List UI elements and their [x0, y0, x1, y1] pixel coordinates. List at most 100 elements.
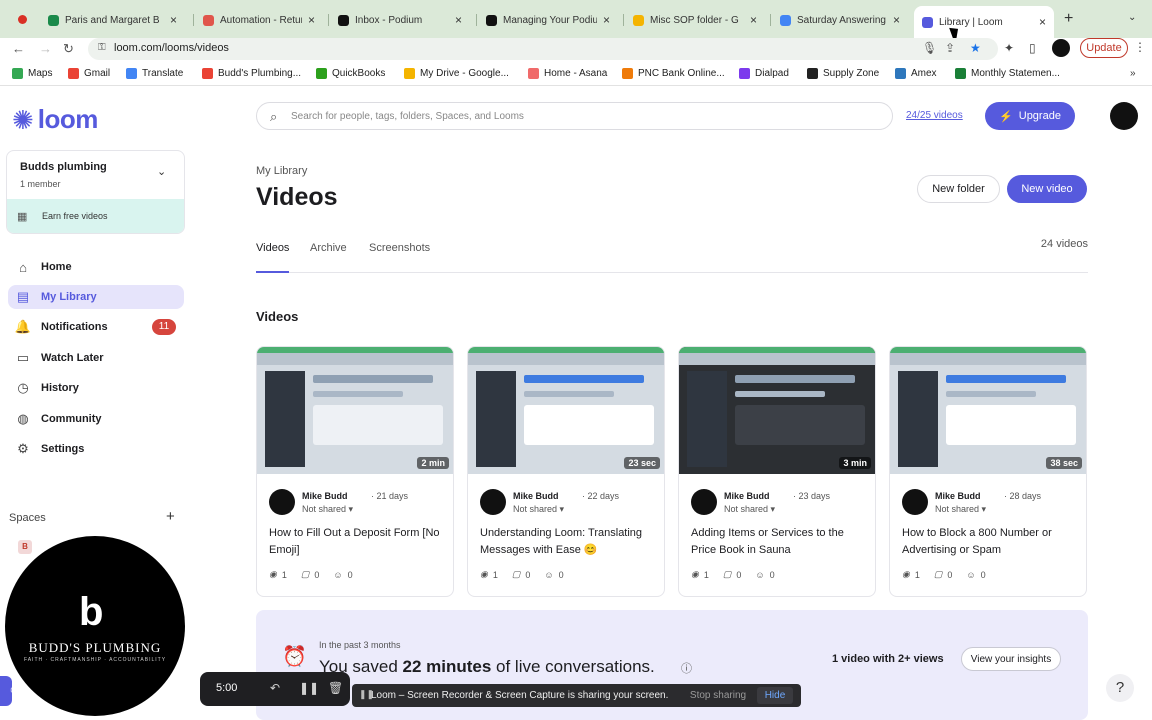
restart-icon[interactable]: ↶: [270, 681, 280, 695]
video-title[interactable]: How to Block a 800 Number or Advertising…: [902, 525, 1080, 559]
video-author[interactable]: Mike Budd: [513, 491, 559, 501]
bookmark-item[interactable]: My Drive - Google...: [404, 68, 509, 79]
forward-icon[interactable]: →: [39, 41, 52, 56]
video-thumbnail[interactable]: 2 min: [257, 347, 453, 474]
close-tab-icon[interactable]: ×: [308, 13, 315, 27]
help-button[interactable]: ?: [1106, 674, 1134, 702]
more-bookmarks-icon[interactable]: »: [1130, 68, 1136, 79]
microphone-icon[interactable]: 🎙: [922, 41, 937, 55]
sidebar-item-my-library[interactable]: ▤ My Library: [8, 285, 184, 309]
sidebar-item-notifications[interactable]: 🔔 Notifications 11: [8, 315, 184, 339]
browser-tab[interactable]: Paris and Margaret B ×: [40, 7, 185, 33]
close-tab-icon[interactable]: ×: [1039, 15, 1046, 29]
bookmark-item[interactable]: Gmail: [68, 68, 110, 79]
site-info-icon[interactable]: ⚿: [98, 42, 106, 53]
camera-bubble[interactable]: b BUDD'S PLUMBING FAITH · CRAFTMANSHIP ·…: [5, 536, 185, 716]
browser-tab[interactable]: Saturday Answering ×: [772, 7, 908, 33]
stop-sharing-button[interactable]: Stop sharing: [687, 687, 749, 704]
trash-icon[interactable]: 🗑: [328, 681, 343, 695]
side-panel-icon[interactable]: ▯: [1029, 41, 1036, 55]
update-button[interactable]: Update: [1080, 38, 1128, 58]
sidebar-item-watch-later[interactable]: ▭ Watch Later: [8, 346, 184, 370]
search-input[interactable]: ⌕ Search for people, tags, folders, Spac…: [256, 102, 893, 130]
share-status-dropdown[interactable]: Not shared ▾: [724, 504, 775, 515]
bookmark-item[interactable]: PNC Bank Online...: [622, 68, 725, 79]
close-tab-icon[interactable]: ×: [893, 13, 900, 27]
space-avatar[interactable]: B: [18, 540, 32, 554]
loom-logo[interactable]: ✺ loom: [12, 104, 98, 135]
video-title[interactable]: Adding Items or Services to the Price Bo…: [691, 525, 869, 559]
info-icon[interactable]: ⓘ: [681, 660, 692, 676]
browser-menu-icon[interactable]: ⋮: [1134, 40, 1146, 54]
bookmark-item[interactable]: Budd's Plumbing...: [202, 68, 301, 79]
video-thumbnail[interactable]: 3 min: [679, 347, 875, 474]
video-author[interactable]: Mike Budd: [302, 491, 348, 501]
new-video-button[interactable]: New video: [1007, 175, 1087, 203]
sidebar-item-community[interactable]: ◍ Community: [8, 407, 184, 431]
share-status-dropdown[interactable]: Not shared ▾: [302, 504, 353, 515]
browser-tab[interactable]: Automation - Return ×: [195, 7, 323, 33]
close-tab-icon[interactable]: ×: [750, 13, 757, 27]
new-folder-button[interactable]: New folder: [917, 175, 1000, 203]
share-status-dropdown[interactable]: Not shared ▾: [935, 504, 986, 515]
bookmark-item[interactable]: QuickBooks: [316, 68, 385, 79]
back-icon[interactable]: ←: [12, 41, 25, 56]
chevron-down-icon[interactable]: ⌄: [157, 165, 166, 178]
author-avatar[interactable]: [480, 489, 506, 515]
bookmark-item[interactable]: Dialpad: [739, 68, 789, 79]
close-tab-icon[interactable]: ×: [603, 13, 610, 27]
bookmark-item[interactable]: Monthly Statemen...: [955, 68, 1060, 79]
bookmark-item[interactable]: Translate: [126, 68, 183, 79]
address-bar[interactable]: ⚿ loom.com/looms/videos 🎙 ⇪ ★: [88, 38, 998, 60]
bookmark-item[interactable]: Home - Asana: [528, 68, 607, 79]
author-avatar[interactable]: [269, 489, 295, 515]
earn-free-videos-link[interactable]: ▦ Earn free videos: [7, 199, 184, 233]
video-title[interactable]: How to Fill Out a Deposit Form [No Emoji…: [269, 525, 447, 559]
extensions-icon[interactable]: ✦: [1004, 41, 1014, 55]
sidebar-item-home[interactable]: ⌂ Home: [8, 255, 184, 279]
bookmark-star-icon[interactable]: ★: [970, 41, 981, 55]
new-tab-button[interactable]: +: [1064, 10, 1073, 28]
share-status-dropdown[interactable]: Not shared ▾: [513, 504, 564, 515]
tab-screenshots[interactable]: Screenshots: [369, 242, 430, 273]
bookmark-item[interactable]: Maps: [12, 68, 52, 79]
video-thumbnail[interactable]: 23 sec: [468, 347, 664, 474]
share-page-icon[interactable]: ⇪: [945, 41, 955, 55]
add-space-button[interactable]: +: [166, 508, 175, 525]
profile-avatar[interactable]: [1052, 39, 1070, 57]
breadcrumb[interactable]: My Library: [256, 165, 307, 177]
video-thumbnail[interactable]: 38 sec: [890, 347, 1086, 474]
video-author[interactable]: Mike Budd: [724, 491, 770, 501]
workspace-switcher[interactable]: Budds plumbing 1 member ⌄ ▦ Earn free vi…: [6, 150, 185, 234]
video-title[interactable]: Understanding Loom: Translating Messages…: [480, 525, 658, 559]
video-card[interactable]: 2 min Mike Budd · 21 days Not shared ▾ How t…: [256, 346, 454, 597]
video-author[interactable]: Mike Budd: [935, 491, 981, 501]
browser-tab[interactable]: Inbox - Podium ×: [330, 7, 470, 33]
video-card[interactable]: 23 sec Mike Budd · 22 days Not shared ▾ Unde…: [467, 346, 665, 597]
bookmark-favicon-icon: [404, 68, 415, 79]
view-insights-button[interactable]: View your insights: [961, 647, 1061, 671]
bookmark-item[interactable]: Supply Zone: [807, 68, 879, 79]
author-avatar[interactable]: [902, 489, 928, 515]
browser-tab[interactable]: Misc SOP folder - G ×: [625, 7, 765, 33]
tab-search-icon[interactable]: ⌄: [1128, 12, 1136, 23]
tab-videos[interactable]: Videos: [256, 242, 290, 273]
sidebar-item-settings[interactable]: ⚙ Settings: [8, 437, 184, 461]
close-tab-icon[interactable]: ×: [455, 13, 462, 27]
hide-button[interactable]: Hide: [757, 687, 793, 704]
user-avatar[interactable]: [1110, 102, 1138, 130]
bookmark-item[interactable]: Amex: [895, 68, 937, 79]
browser-tab[interactable]: Library | Loom ×: [914, 6, 1054, 38]
video-quota-link[interactable]: 24/25 videos: [906, 110, 963, 121]
browser-tab[interactable]: Managing Your Podiu ×: [478, 7, 618, 33]
loom-launcher-icon[interactable]: ✺: [0, 676, 19, 706]
author-avatar[interactable]: [691, 489, 717, 515]
pause-icon[interactable]: ❚❚: [299, 681, 319, 695]
close-tab-icon[interactable]: ×: [170, 13, 177, 27]
tab-archive[interactable]: Archive: [310, 242, 347, 273]
sidebar-item-history[interactable]: ◷ History: [8, 376, 184, 400]
video-card[interactable]: 3 min Mike Budd · 23 days Not shared ▾ Addin…: [678, 346, 876, 597]
reload-icon[interactable]: ↻: [63, 41, 74, 57]
upgrade-button[interactable]: ⚡ Upgrade: [985, 102, 1075, 130]
video-card[interactable]: 38 sec Mike Budd · 28 days Not shared ▾ How …: [889, 346, 1087, 597]
